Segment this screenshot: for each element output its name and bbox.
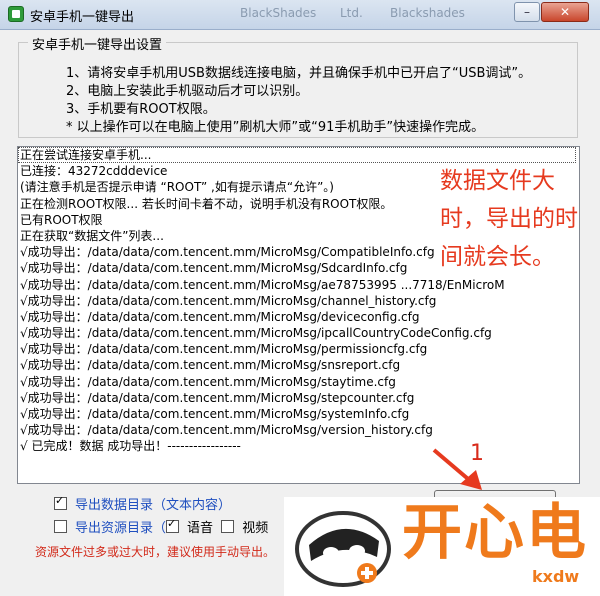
log-line: √成功导出：/data/data/com.tencent.mm/MicroMsg… [20,326,492,341]
log-line: √成功导出：/data/data/com.tencent.mm/MicroMsg… [20,390,415,405]
window-title: 安卓手机一键导出 [30,10,135,25]
voice-label: 语音 [187,521,214,536]
log-line: √成功导出：/data/data/com.tencent.mm/MicroMsg… [20,342,428,357]
video-checkbox[interactable] [221,520,235,533]
log-line: √成功导出：/data/data/com.tencent.mm/MicroMsg… [20,407,410,421]
export-resources-checkbox[interactable] [54,520,67,533]
log-line: √成功导出：/data/data/com.tencent.mm/MicroMsg… [20,358,401,373]
log-line: √成功导出：/data/data/com.tencent.mm/MicroMsg… [20,309,420,324]
voice-checkbox[interactable] [166,517,180,533]
minimize-button[interactable]: – [514,2,540,22]
background-tab-label: Blackshades [390,6,465,20]
app-window: 安卓手机一键导出 BlackShades Ltd. Blackshades – … [0,0,600,596]
log-line: √成功导出：/data/data/com.tencent.mm/MicroMsg… [20,277,505,292]
video-label: 视频 [242,521,269,536]
instruction-line: 2、电脑上安装此手机驱动后才可以识别。 [66,84,309,99]
app-icon [8,6,24,22]
log-line: 正在尝试连接安卓手机... [18,147,576,164]
export-resources-option[interactable]: 导出资源目录（ 语音 视频 [54,517,268,536]
background-tab-label: BlackShades [240,6,317,20]
background-tab-label: Ltd. [340,6,363,20]
log-line: √ 已完成！数据 成功导出！----------------- [20,439,241,454]
log-line: √成功导出：/data/data/com.tencent.mm/MicroMsg… [20,374,396,389]
watermark-url: kxdw [532,567,580,586]
mascot-logo [295,511,391,587]
log-line: √成功导出：/data/data/com.tencent.mm/MicroMsg… [20,293,437,308]
export-data-checkbox[interactable] [54,494,67,510]
warning-text: 资源文件过多或过大时，建议使用手动导出。 [35,545,276,559]
title-bar[interactable]: 安卓手机一键导出 BlackShades Ltd. Blackshades – … [0,0,600,30]
annotation-note: 数据文件大时，导出的时间就会长。 [440,168,578,270]
watermark-text: 开心电 [402,498,588,568]
log-line: √成功导出：/data/data/com.tencent.mm/MicroMsg… [20,423,433,438]
instruction-line: 1、请将安卓手机用USB数据线连接电脑，并且确保手机中已开启了“USB调试”。 [66,66,532,81]
instruction-line: 3、手机要有ROOT权限。 [66,102,216,117]
close-button[interactable]: ✕ [541,2,589,22]
instruction-line: * 以上操作可以在电脑上使用”刷机大师”或“91手机助手”快速操作完成。 [66,120,485,135]
export-data-label: 导出数据目录（文本内容） [75,498,232,513]
step-number: 1 [470,441,484,466]
export-data-option[interactable]: 导出数据目录（文本内容） [54,494,231,513]
settings-group-title: 安卓手机一键导出设置 [28,34,167,53]
export-resources-label: 导出资源目录（ [75,521,167,536]
